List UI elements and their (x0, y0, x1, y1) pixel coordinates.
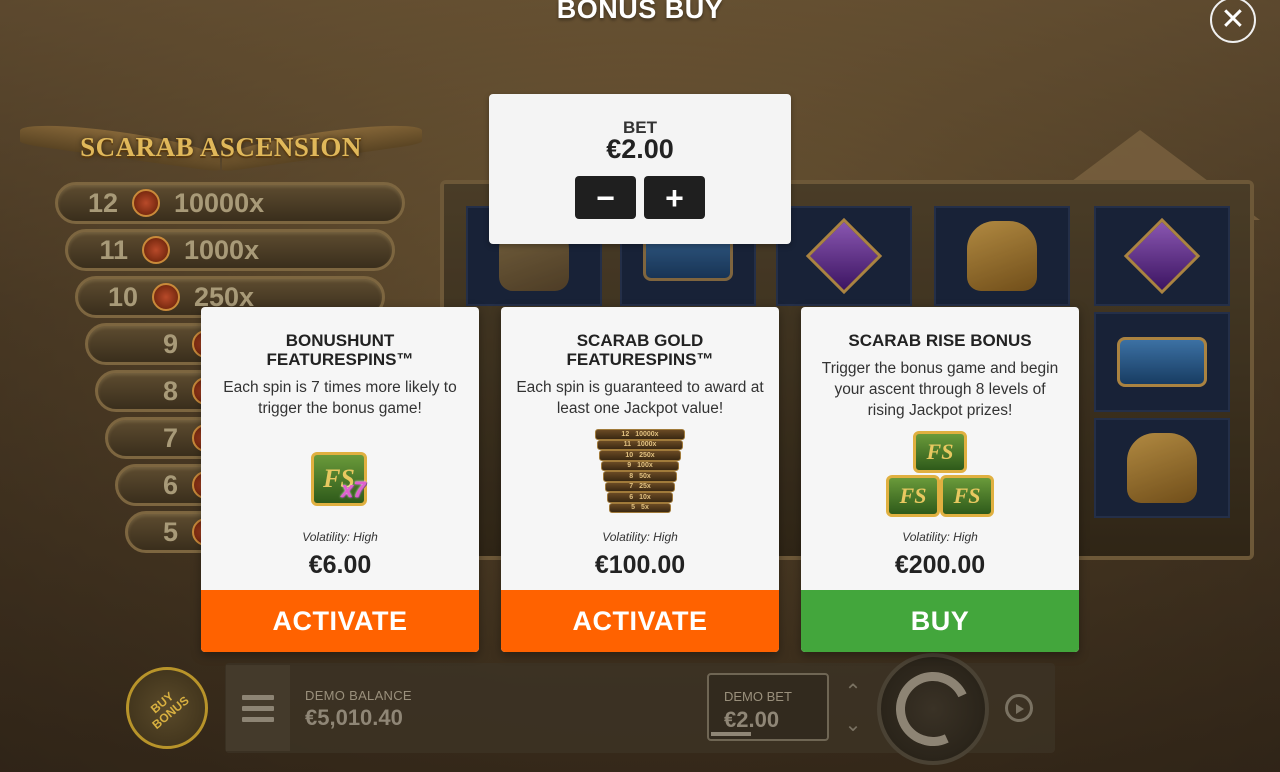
card-title: SCARAB GOLD FEATURESPINS™ (511, 331, 769, 369)
ladder-level: 5 (162, 516, 178, 547)
ladder-rung: 12 10000x (55, 182, 405, 224)
scarab-icon (142, 236, 170, 264)
hamburger-icon-line (242, 716, 274, 722)
ladder-level: 6 (162, 469, 178, 500)
card-volatility: Volatility: High (902, 530, 978, 544)
ladder-level: 8 (162, 375, 178, 406)
buy-button[interactable]: BUY (801, 590, 1079, 652)
demo-bet-label: DEMO BET (724, 689, 792, 704)
demo-bet-value: €2.00 (724, 707, 780, 732)
activate-button[interactable]: ACTIVATE (501, 590, 779, 652)
featurespins-badge-icon: FS (886, 475, 940, 517)
ladder-rung: 11 1000x (65, 229, 395, 271)
jackpot-level: 6 (629, 493, 634, 501)
card-title: SCARAB RISE BONUS (811, 331, 1069, 350)
jackpot-level: 7 (629, 483, 634, 491)
card-title-line2: FEATURESPINS™ (566, 350, 714, 369)
chevron-down-icon[interactable]: ⌄ (845, 712, 862, 737)
card-description: Each spin is guaranteed to award at leas… (516, 379, 764, 417)
ladder-level: 12 (87, 187, 118, 218)
menu-button[interactable] (226, 665, 290, 751)
balance-label: DEMO BALANCE (305, 688, 412, 703)
ladder-multiplier: 1000x (184, 234, 260, 265)
jackpot-level: 8 (629, 472, 634, 480)
jackpot-row: 12 10000x (595, 429, 685, 440)
buy-bonus-label: BUY BONUS (142, 684, 192, 732)
jackpot-level: 5 (631, 504, 636, 512)
scarab-icon (132, 189, 160, 217)
autoplay-icon (1005, 694, 1033, 722)
badge-text: FS (953, 483, 981, 508)
card-volatility: Volatility: High (302, 530, 378, 544)
featurespins-badge-icon: FS (913, 431, 967, 473)
jackpot-mult: 50x (639, 472, 651, 480)
card-title-line1: BONUSHUNT (285, 331, 395, 350)
jackpot-mult: 1000x (636, 441, 657, 449)
spin-arrow-icon (885, 661, 981, 757)
card-price: €100.00 (594, 551, 686, 579)
activate-button[interactable]: ACTIVATE (201, 590, 479, 652)
badge-text: FS (899, 483, 927, 508)
card-title-line1: SCARAB RISE BONUS (848, 331, 1032, 350)
jackpot-row: 11 1000x (597, 439, 683, 450)
ladder-level: 7 (162, 422, 178, 453)
demo-balance: DEMO BALANCE €5,010.40 (305, 688, 412, 731)
bet-panel: BET €2.00 − + (489, 94, 791, 244)
bonus-card-bonushunt: BONUSHUNT FEATURESPINS™ Each spin is 7 t… (201, 307, 479, 652)
card-description: Trigger the bonus game and begin your as… (821, 360, 1059, 419)
ladder-multiplier: 10000x (174, 187, 265, 218)
hamburger-icon-line (242, 694, 274, 700)
demo-bet-display[interactable]: DEMO BET €2.00 (707, 673, 829, 741)
modal-title: BONUS BUY (556, 0, 724, 24)
card-title: BONUSHUNT FEATURESPINS™ (211, 331, 469, 369)
bet-value: €2.00 (606, 134, 674, 164)
jackpot-mult: 250x (639, 451, 655, 459)
jackpot-row: 6 10x (607, 492, 673, 503)
autoplay-button[interactable] (990, 675, 1048, 741)
jackpot-level: 10 (625, 451, 634, 459)
jackpot-row: 7 25x (605, 481, 675, 492)
jackpot-mult: 10000x (635, 430, 659, 438)
card-price: €200.00 (894, 551, 986, 579)
bet-level-bar (711, 732, 751, 736)
jackpot-row: 9 100x (601, 460, 679, 471)
balance-value: €5,010.40 (305, 705, 403, 730)
jackpot-row: 8 50x (603, 471, 677, 482)
jackpot-row: 5 5x (609, 502, 671, 513)
hamburger-icon-line (242, 705, 274, 711)
jackpot-level: 11 (623, 441, 631, 449)
bonus-card-scarab-rise: SCARAB RISE BONUS Trigger the bonus game… (801, 307, 1079, 652)
logo-text: SCARAB ASCENSION (80, 131, 362, 162)
buy-bonus-button[interactable]: BUY BONUS (126, 667, 208, 749)
multiplier-badge: x7 (341, 477, 366, 502)
jackpot-mult: 25x (639, 483, 651, 491)
ladder-level: 9 (162, 328, 178, 359)
ladder-level: 10 (107, 281, 138, 312)
game-logo: SCARAB ASCENSION (20, 112, 422, 182)
increase-bet-button[interactable]: + (644, 176, 705, 219)
bet-adjust-arrows: ⌃ ⌄ (828, 675, 878, 741)
jackpot-row: 10 250x (599, 450, 681, 461)
jackpot-level: 12 (621, 430, 630, 438)
featurespins-badge-icon: FS (940, 475, 994, 517)
card-volatility: Volatility: High (602, 530, 678, 544)
jackpot-mult: 5x (641, 504, 649, 512)
jackpot-ladder-icon: 12 10000x 11 1000x 10 250x 9 100x 8 50x 7 25x … (595, 429, 685, 517)
jackpot-mult: 100x (637, 462, 653, 470)
scarab-icon (152, 283, 180, 311)
bonus-card-scarab-gold: SCARAB GOLD FEATURESPINS™ Each spin is g… (501, 307, 779, 652)
chevron-up-icon[interactable]: ⌃ (845, 679, 862, 704)
close-icon: ✕ (1220, 3, 1246, 36)
badge-text: FS (926, 439, 954, 464)
spin-button[interactable] (877, 653, 989, 765)
jackpot-level: 9 (627, 462, 632, 470)
card-title-line2: FEATURESPINS™ (266, 350, 414, 369)
ladder-level: 11 (99, 234, 128, 265)
card-title-line1: SCARAB GOLD (576, 331, 704, 350)
card-description: Each spin is 7 times more likely to trig… (223, 379, 457, 417)
decrease-bet-button[interactable]: − (575, 176, 636, 219)
jackpot-mult: 10x (639, 493, 651, 501)
card-price: €6.00 (308, 551, 372, 579)
